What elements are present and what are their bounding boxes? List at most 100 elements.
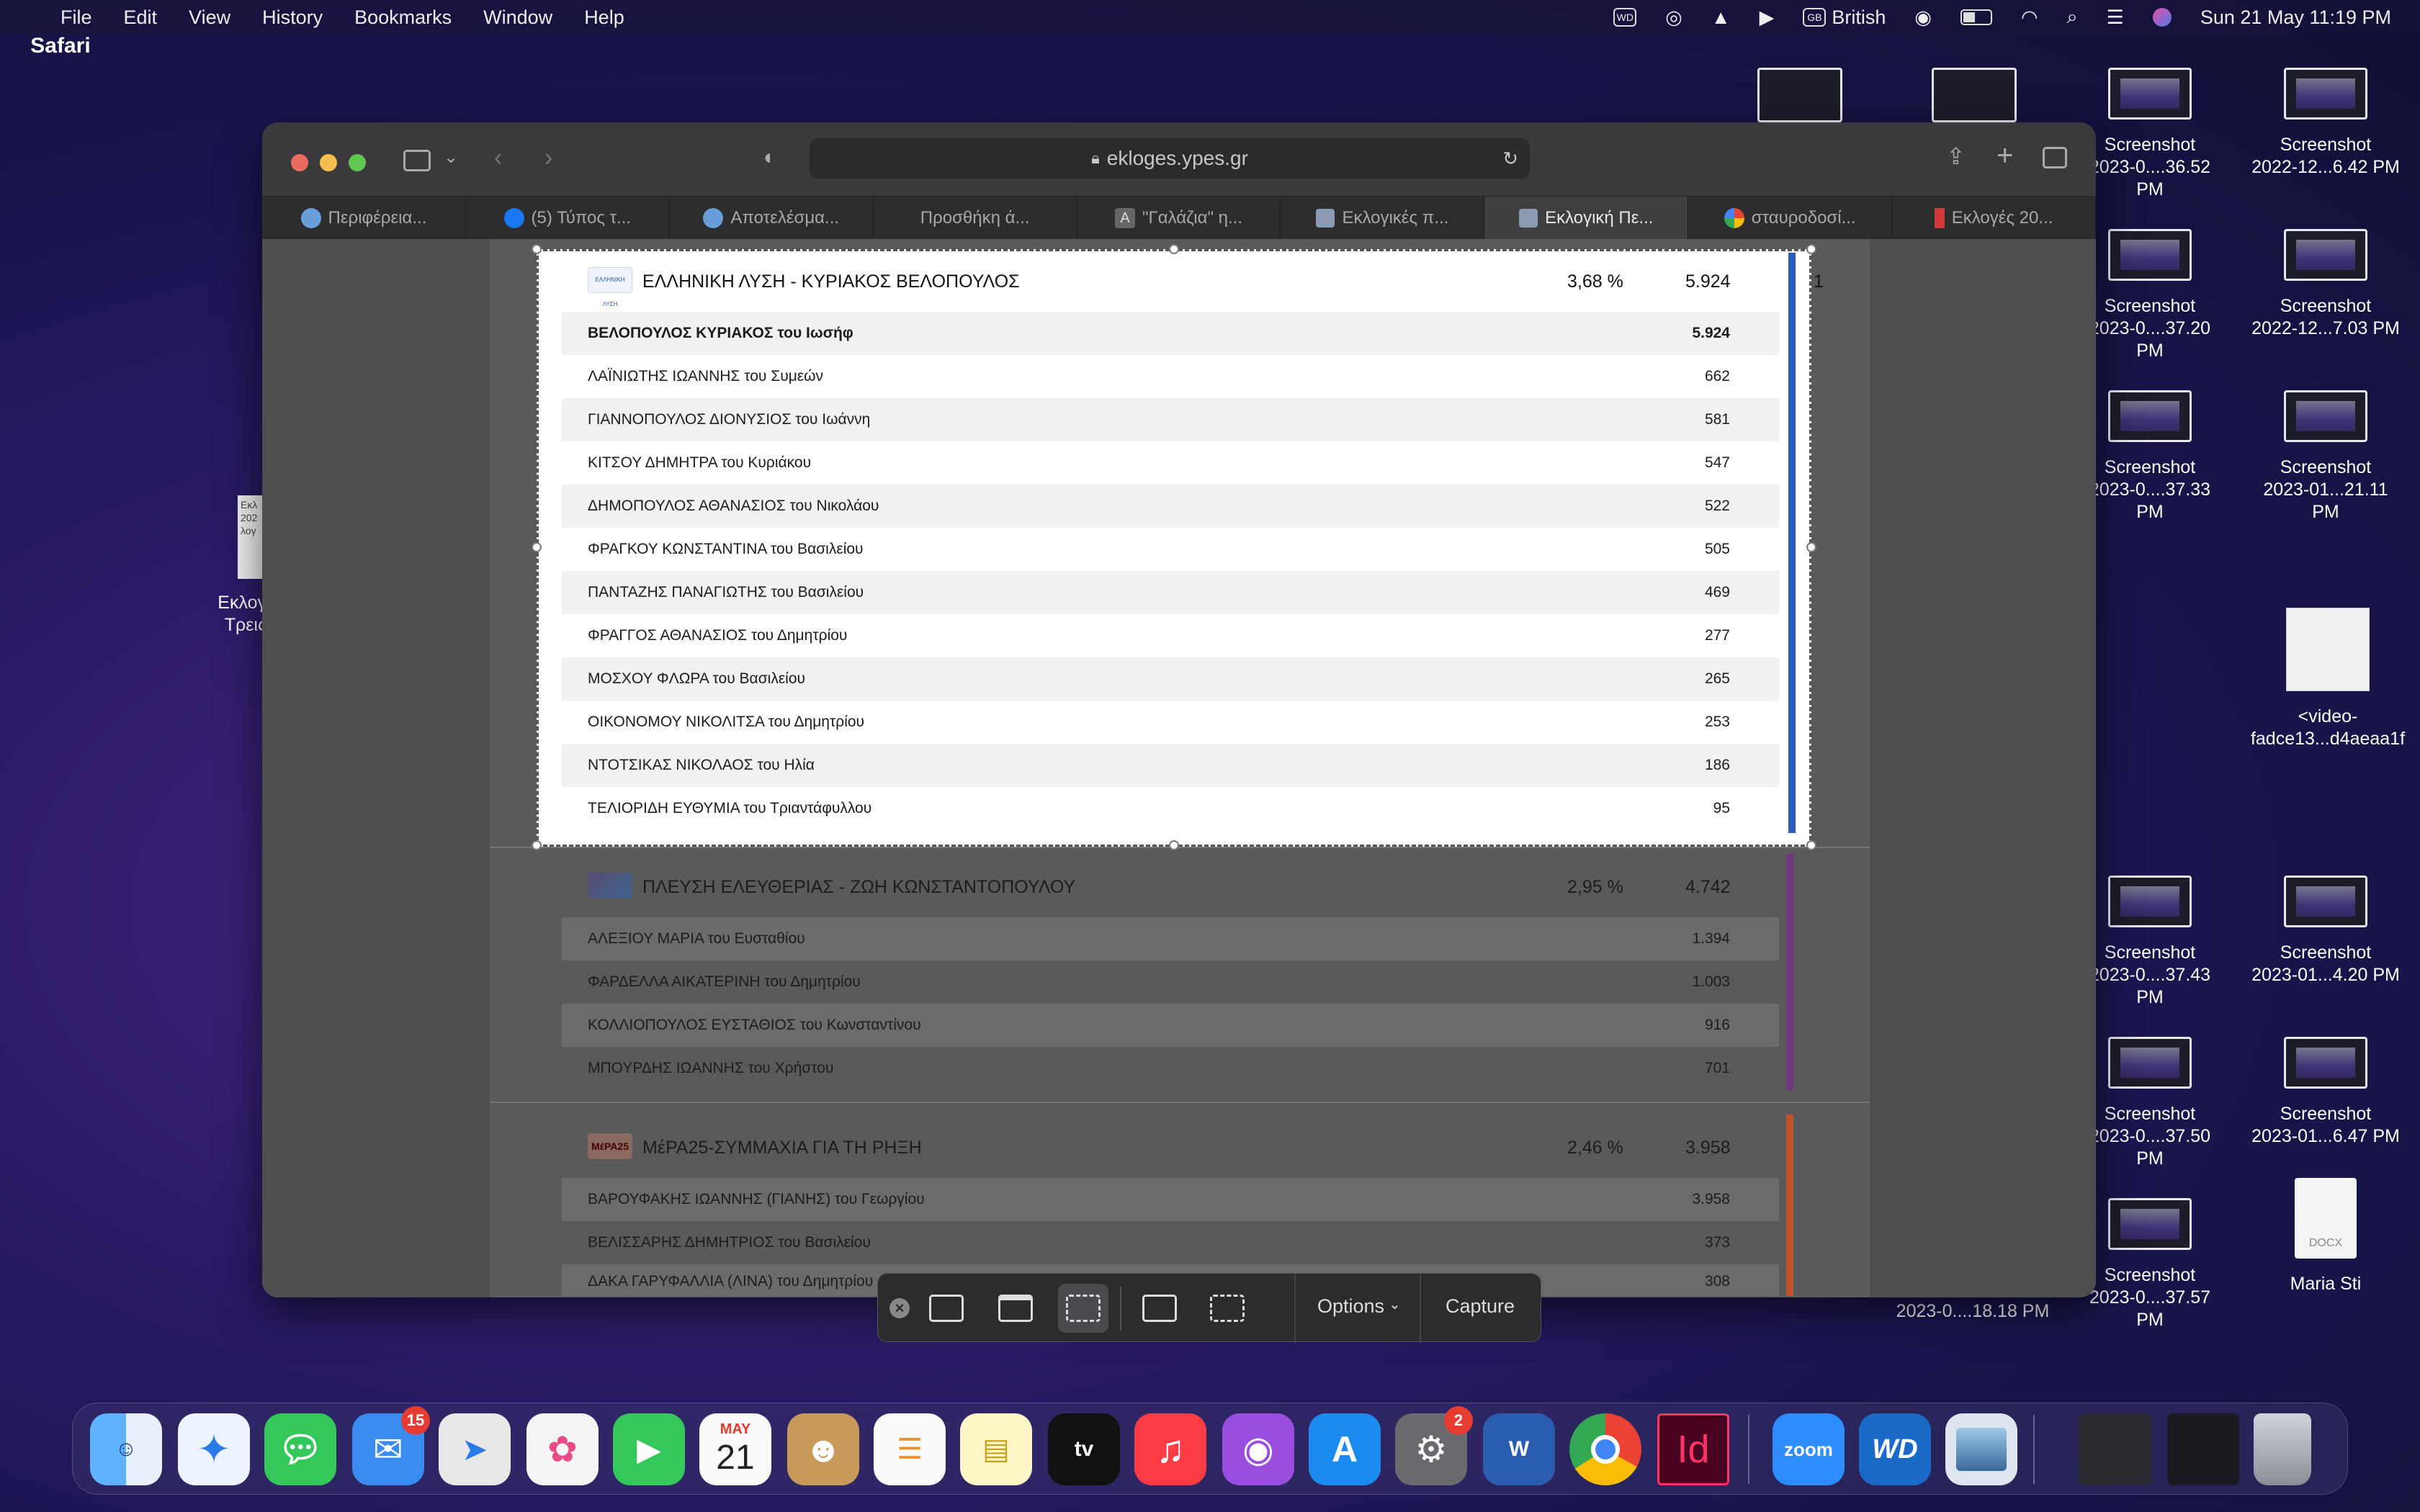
- calendar-app-icon[interactable]: MAY 21: [699, 1413, 771, 1485]
- capture-window-button[interactable]: [990, 1284, 1041, 1333]
- desktop-file-icon[interactable]: <video- fadce13...d4aeaa1f: [2251, 608, 2405, 750]
- notes-app-icon[interactable]: ▤: [960, 1413, 1032, 1485]
- selection-handle[interactable]: [1806, 244, 1816, 254]
- podcasts-app-icon[interactable]: ◉: [1222, 1413, 1294, 1485]
- desktop-file-icon[interactable]: Screenshot 2022-12...6.42 PM: [2250, 68, 2401, 179]
- selection-handle[interactable]: [1806, 840, 1816, 850]
- capture-button[interactable]: Capture: [1446, 1295, 1515, 1318]
- tab-overview-icon[interactable]: [2043, 147, 2067, 168]
- upload-icon[interactable]: ▲: [1711, 6, 1731, 29]
- menu-edit[interactable]: Edit: [124, 6, 158, 29]
- menu-bookmarks[interactable]: Bookmarks: [354, 6, 452, 29]
- mail-app-icon[interactable]: ✉ 15: [352, 1406, 430, 1485]
- siri-icon[interactable]: [2152, 8, 2172, 27]
- tab[interactable]: Εκλογικές π...: [1281, 197, 1485, 240]
- battery-icon[interactable]: [1960, 9, 1992, 25]
- music-app-icon[interactable]: ♫: [1134, 1413, 1206, 1485]
- tab[interactable]: Περιφέρεια...: [262, 197, 466, 240]
- options-button[interactable]: Options ⌄: [1317, 1295, 1401, 1318]
- system-settings-app-icon[interactable]: ⚙ 2: [1395, 1406, 1473, 1485]
- trash-icon[interactable]: [2254, 1413, 2311, 1485]
- messages-app-icon[interactable]: 💬︎: [264, 1413, 336, 1485]
- selection-handle[interactable]: [532, 244, 542, 254]
- forward-button[interactable]: ›: [544, 144, 552, 172]
- chevron-down-icon[interactable]: ⌄: [444, 147, 458, 168]
- tab[interactable]: (5) Τύπος τ...: [466, 197, 670, 240]
- menu-app-name[interactable]: Safari: [24, 10, 97, 82]
- tab[interactable]: Προσθήκη ά...: [874, 197, 1077, 240]
- close-capture-button[interactable]: ×: [884, 1284, 915, 1333]
- contacts-app-icon[interactable]: ☻: [787, 1413, 859, 1485]
- zoom-app-icon[interactable]: zoom: [1773, 1413, 1845, 1485]
- desktop-file-icon[interactable]: Screenshot 2023-0....37.43 PM: [2074, 876, 2226, 1009]
- menu-help[interactable]: Help: [584, 6, 624, 29]
- capture-entire-screen-button[interactable]: [921, 1284, 972, 1333]
- app-store-icon[interactable]: A: [1309, 1413, 1381, 1485]
- recent-window-thumbnail[interactable]: [2167, 1413, 2239, 1485]
- finder-app-icon[interactable]: ☺: [90, 1413, 162, 1485]
- chrome-app-icon[interactable]: [1569, 1413, 1641, 1485]
- desktop-file-partial-label[interactable]: 2023-0....18.18 PM: [1876, 1300, 2070, 1323]
- selection-handle[interactable]: [1169, 840, 1179, 850]
- tab[interactable]: Εκλογές 20...: [1892, 197, 2096, 240]
- keyboard-input-menu[interactable]: GB British: [1803, 6, 1886, 29]
- tab-active[interactable]: Εκλογική Πε...: [1484, 197, 1689, 240]
- desktop-file-icon[interactable]: Screenshot 2023-01...6.47 PM: [2250, 1037, 2401, 1148]
- apple-tv-app-icon[interactable]: tv: [1048, 1413, 1120, 1485]
- capture-selection-button[interactable]: [1058, 1284, 1108, 1333]
- record-screen-button[interactable]: [1134, 1284, 1185, 1333]
- privacy-shield-icon[interactable]: ◐: [763, 145, 776, 170]
- desktop-file-icon[interactable]: Screenshot 2022-12...7.03 PM: [2250, 229, 2401, 340]
- spotlight-search-icon[interactable]: ⌕: [2067, 6, 2078, 29]
- reload-icon[interactable]: ↻: [1502, 148, 1518, 170]
- desktop-docx-file[interactable]: DOCX Maria Sti: [2250, 1178, 2401, 1295]
- indesign-app-icon[interactable]: Id: [1657, 1413, 1729, 1485]
- desktop-file-icon[interactable]: Screenshot 2023-0....37.20 PM: [2074, 229, 2226, 362]
- back-button[interactable]: ‹: [494, 144, 502, 172]
- share-icon[interactable]: ⇪: [1946, 143, 1966, 170]
- wifi-icon[interactable]: ◠: [2021, 6, 2038, 29]
- user-icon[interactable]: ◉: [1914, 6, 1932, 29]
- maps-app-icon[interactable]: ➤: [439, 1413, 511, 1485]
- word-app-icon[interactable]: W: [1483, 1413, 1555, 1485]
- wd-app-icon[interactable]: WD: [1859, 1413, 1931, 1485]
- screenshot-thumbnail[interactable]: [1757, 68, 1842, 122]
- selection-handle[interactable]: [1806, 542, 1816, 552]
- left-file-label[interactable]: Εκλογ Τρεις: [209, 592, 266, 636]
- control-center-icon[interactable]: ☰: [2107, 6, 2124, 29]
- tab[interactable]: σταυροδοσί...: [1688, 197, 1893, 240]
- menu-history[interactable]: History: [262, 6, 323, 29]
- selection-handle[interactable]: [532, 840, 542, 850]
- desktop-file-icon[interactable]: Screenshot 2023-0....37.33 PM: [2074, 390, 2226, 523]
- new-tab-button[interactable]: +: [1996, 140, 2013, 172]
- address-bar[interactable]: 🔒︎ ekloges.ypes.gr ↻: [810, 138, 1530, 179]
- desktop-file-icon[interactable]: Screenshot 2023-0....36.52 PM: [2074, 68, 2226, 201]
- photos-app-icon[interactable]: ✿: [526, 1413, 599, 1485]
- clock-datetime[interactable]: Sun 21 May 11:19 PM: [2200, 6, 2391, 29]
- selection-handle[interactable]: [532, 542, 542, 552]
- screenshot-selection-region[interactable]: ΕΛΛΗΝΙΚΗ ΛΥΣΗ ΕΛΛΗΝΙΚΗ ΛΥΣΗ - ΚΥΡΙΑΚΟΣ Β…: [537, 249, 1824, 847]
- menu-window[interactable]: Window: [483, 6, 552, 29]
- desktop-file-icon[interactable]: Screenshot 2023-01...21.11 PM: [2250, 390, 2401, 523]
- zoom-window-button[interactable]: [349, 154, 366, 171]
- close-window-button[interactable]: [291, 154, 308, 171]
- tab[interactable]: Αποτελέσμα...: [670, 197, 874, 240]
- creative-cloud-icon[interactable]: ◎: [1665, 6, 1682, 29]
- wd-status-icon[interactable]: WD: [1613, 8, 1637, 27]
- facetime-app-icon[interactable]: ▶: [613, 1413, 685, 1485]
- play-icon[interactable]: ▶: [1760, 6, 1775, 29]
- preview-app-icon[interactable]: [1945, 1413, 2017, 1485]
- desktop-file-icon[interactable]: Screenshot 2023-0....37.57 PM: [2074, 1198, 2226, 1331]
- desktop-file-icon[interactable]: Screenshot 2023-0....37.50 PM: [2074, 1037, 2226, 1170]
- reminders-app-icon[interactable]: ☰: [874, 1413, 946, 1485]
- sidebar-toggle-icon[interactable]: [403, 150, 431, 171]
- minimize-window-button[interactable]: [320, 154, 337, 171]
- screenshot-thumbnail[interactable]: [1932, 68, 2017, 122]
- menu-view[interactable]: View: [189, 6, 230, 29]
- selection-handle[interactable]: [1169, 244, 1179, 254]
- tab[interactable]: A "Γαλάζια" η...: [1077, 197, 1281, 240]
- safari-app-icon[interactable]: ✦: [178, 1413, 250, 1485]
- recent-window-thumbnail[interactable]: [2079, 1413, 2151, 1485]
- record-selection-button[interactable]: [1202, 1284, 1252, 1333]
- desktop-file-icon[interactable]: Screenshot 2023-01...4.20 PM: [2250, 876, 2401, 986]
